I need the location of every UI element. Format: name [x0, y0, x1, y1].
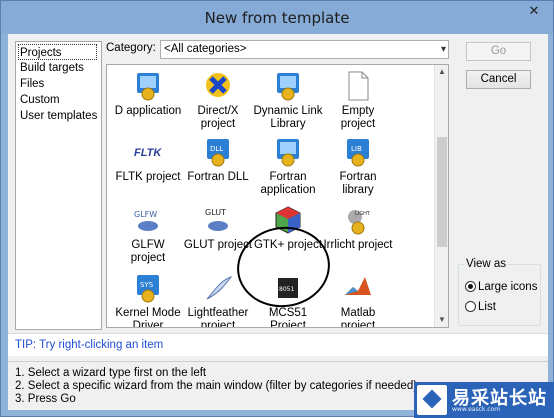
scroll-thumb[interactable] — [437, 137, 447, 247]
radio-icon — [465, 281, 476, 292]
template-label: MCS51 Project — [268, 307, 308, 328]
template-tile[interactable]: DLL Fortran DLL — [183, 137, 253, 184]
template-label: Dynamic Link Library — [253, 105, 323, 130]
glut-icon: GLUT — [203, 205, 233, 235]
glfw-icon: GLFW — [133, 205, 163, 235]
radio-large-icons[interactable]: Large icons — [465, 281, 537, 293]
template-tile[interactable]: LIB Fortran library — [323, 137, 393, 197]
cancel-button[interactable]: Cancel — [466, 70, 531, 89]
template-tile[interactable]: Fortran application — [253, 137, 323, 197]
svg-text:LIB: LIB — [351, 145, 362, 153]
template-label: Irrlicht project — [323, 239, 393, 251]
radio-icon — [465, 301, 476, 312]
template-label: FLTK project — [115, 171, 181, 183]
list-item-user-templates[interactable]: User templates — [20, 108, 97, 124]
list-item-projects[interactable]: Projects — [18, 44, 97, 60]
template-tile[interactable]: Direct/X project — [183, 71, 253, 131]
dialog-client: Projects Build targets Files Custom User… — [8, 34, 548, 410]
view-as-legend: View as — [464, 258, 509, 270]
close-icon: ✕ — [528, 3, 540, 18]
dll-icon: DLL — [203, 137, 233, 167]
template-label: D application — [114, 105, 182, 117]
dialog-window: New from template ✕ Projects Build targe… — [0, 0, 554, 418]
template-label: Fortran DLL — [187, 171, 249, 183]
category-label: Category: — [106, 42, 156, 54]
radio-list[interactable]: List — [465, 301, 496, 313]
template-type-list[interactable]: Projects Build targets Files Custom User… — [15, 41, 102, 330]
feather-icon — [203, 273, 233, 303]
category-value: <All categories> — [164, 43, 247, 55]
title-bar[interactable]: New from template ✕ — [1, 1, 553, 34]
matlab-icon — [343, 273, 373, 303]
template-label: Fortran library — [339, 171, 377, 196]
template-label: Direct/X project — [197, 105, 239, 130]
template-tile[interactable]: GLUT GLUT project — [183, 205, 253, 252]
sys-icon: SYS — [133, 273, 163, 303]
dll-icon — [273, 71, 303, 101]
view-as-group: View as Large icons List — [458, 258, 541, 326]
watermark-logo-icon — [417, 385, 447, 415]
scroll-down-icon[interactable]: ▼ — [435, 313, 448, 327]
svg-text:GLFW: GLFW — [134, 210, 157, 219]
svg-text:LIGHT: LIGHT — [355, 211, 371, 217]
template-tile[interactable]: Dynamic Link Library — [253, 71, 323, 131]
template-tile[interactable]: FLTK FLTK project — [113, 137, 183, 184]
watermark-subtitle: www.easck.com — [452, 406, 501, 413]
category-select[interactable]: <All categories> ▾ — [160, 40, 449, 59]
template-tile[interactable]: Empty project — [323, 71, 393, 131]
template-tile[interactable]: Matlab project — [323, 273, 393, 328]
template-tile[interactable]: SYS Kernel Mode Driver — [113, 273, 183, 328]
template-tile[interactable]: D application — [113, 71, 183, 118]
svg-text:FLTK: FLTK — [134, 147, 162, 159]
template-label: GLFW project — [130, 239, 166, 264]
template-label: Fortran application — [260, 171, 316, 196]
template-tile[interactable]: GLFW GLFW project — [113, 205, 183, 265]
svg-text:GLUT: GLUT — [205, 208, 226, 217]
chevron-down-icon: ▾ — [440, 44, 446, 55]
list-item-custom[interactable]: Custom — [20, 92, 97, 108]
template-label: Kernel Mode Driver — [115, 307, 181, 328]
vertical-scrollbar[interactable]: ▲ ▼ — [434, 65, 448, 327]
svg-text:SYS: SYS — [140, 281, 154, 289]
close-button[interactable]: ✕ — [521, 2, 547, 19]
radio-label: List — [478, 301, 496, 313]
template-label: Empty project — [340, 105, 376, 130]
lib-icon: LIB — [343, 137, 373, 167]
document-icon — [343, 71, 373, 101]
list-item-build-targets[interactable]: Build targets — [20, 60, 97, 76]
directx-icon — [203, 71, 233, 101]
radio-label: Large icons — [478, 281, 538, 293]
instruction-line: 1. Select a wizard type first on the lef… — [15, 367, 207, 379]
gear-icon — [133, 71, 163, 101]
tip-text: TIP: Try right-clicking an item — [8, 333, 548, 356]
list-item-files[interactable]: Files — [20, 76, 97, 92]
fltk-icon: FLTK — [133, 137, 163, 167]
template-label: Matlab project — [340, 307, 376, 328]
template-label: Lightfeather project — [187, 307, 249, 328]
go-button[interactable]: Go — [466, 42, 531, 61]
window-title: New from template — [204, 9, 350, 27]
svg-text:DLL: DLL — [210, 145, 223, 153]
scroll-up-icon[interactable]: ▲ — [435, 65, 448, 79]
watermark-badge: 易采站长站 www.easck.com — [414, 382, 554, 418]
irrlicht-icon: LIGHT — [343, 205, 373, 235]
template-tile[interactable]: LIGHT Irrlicht project — [323, 205, 393, 252]
gear-icon — [273, 137, 303, 167]
